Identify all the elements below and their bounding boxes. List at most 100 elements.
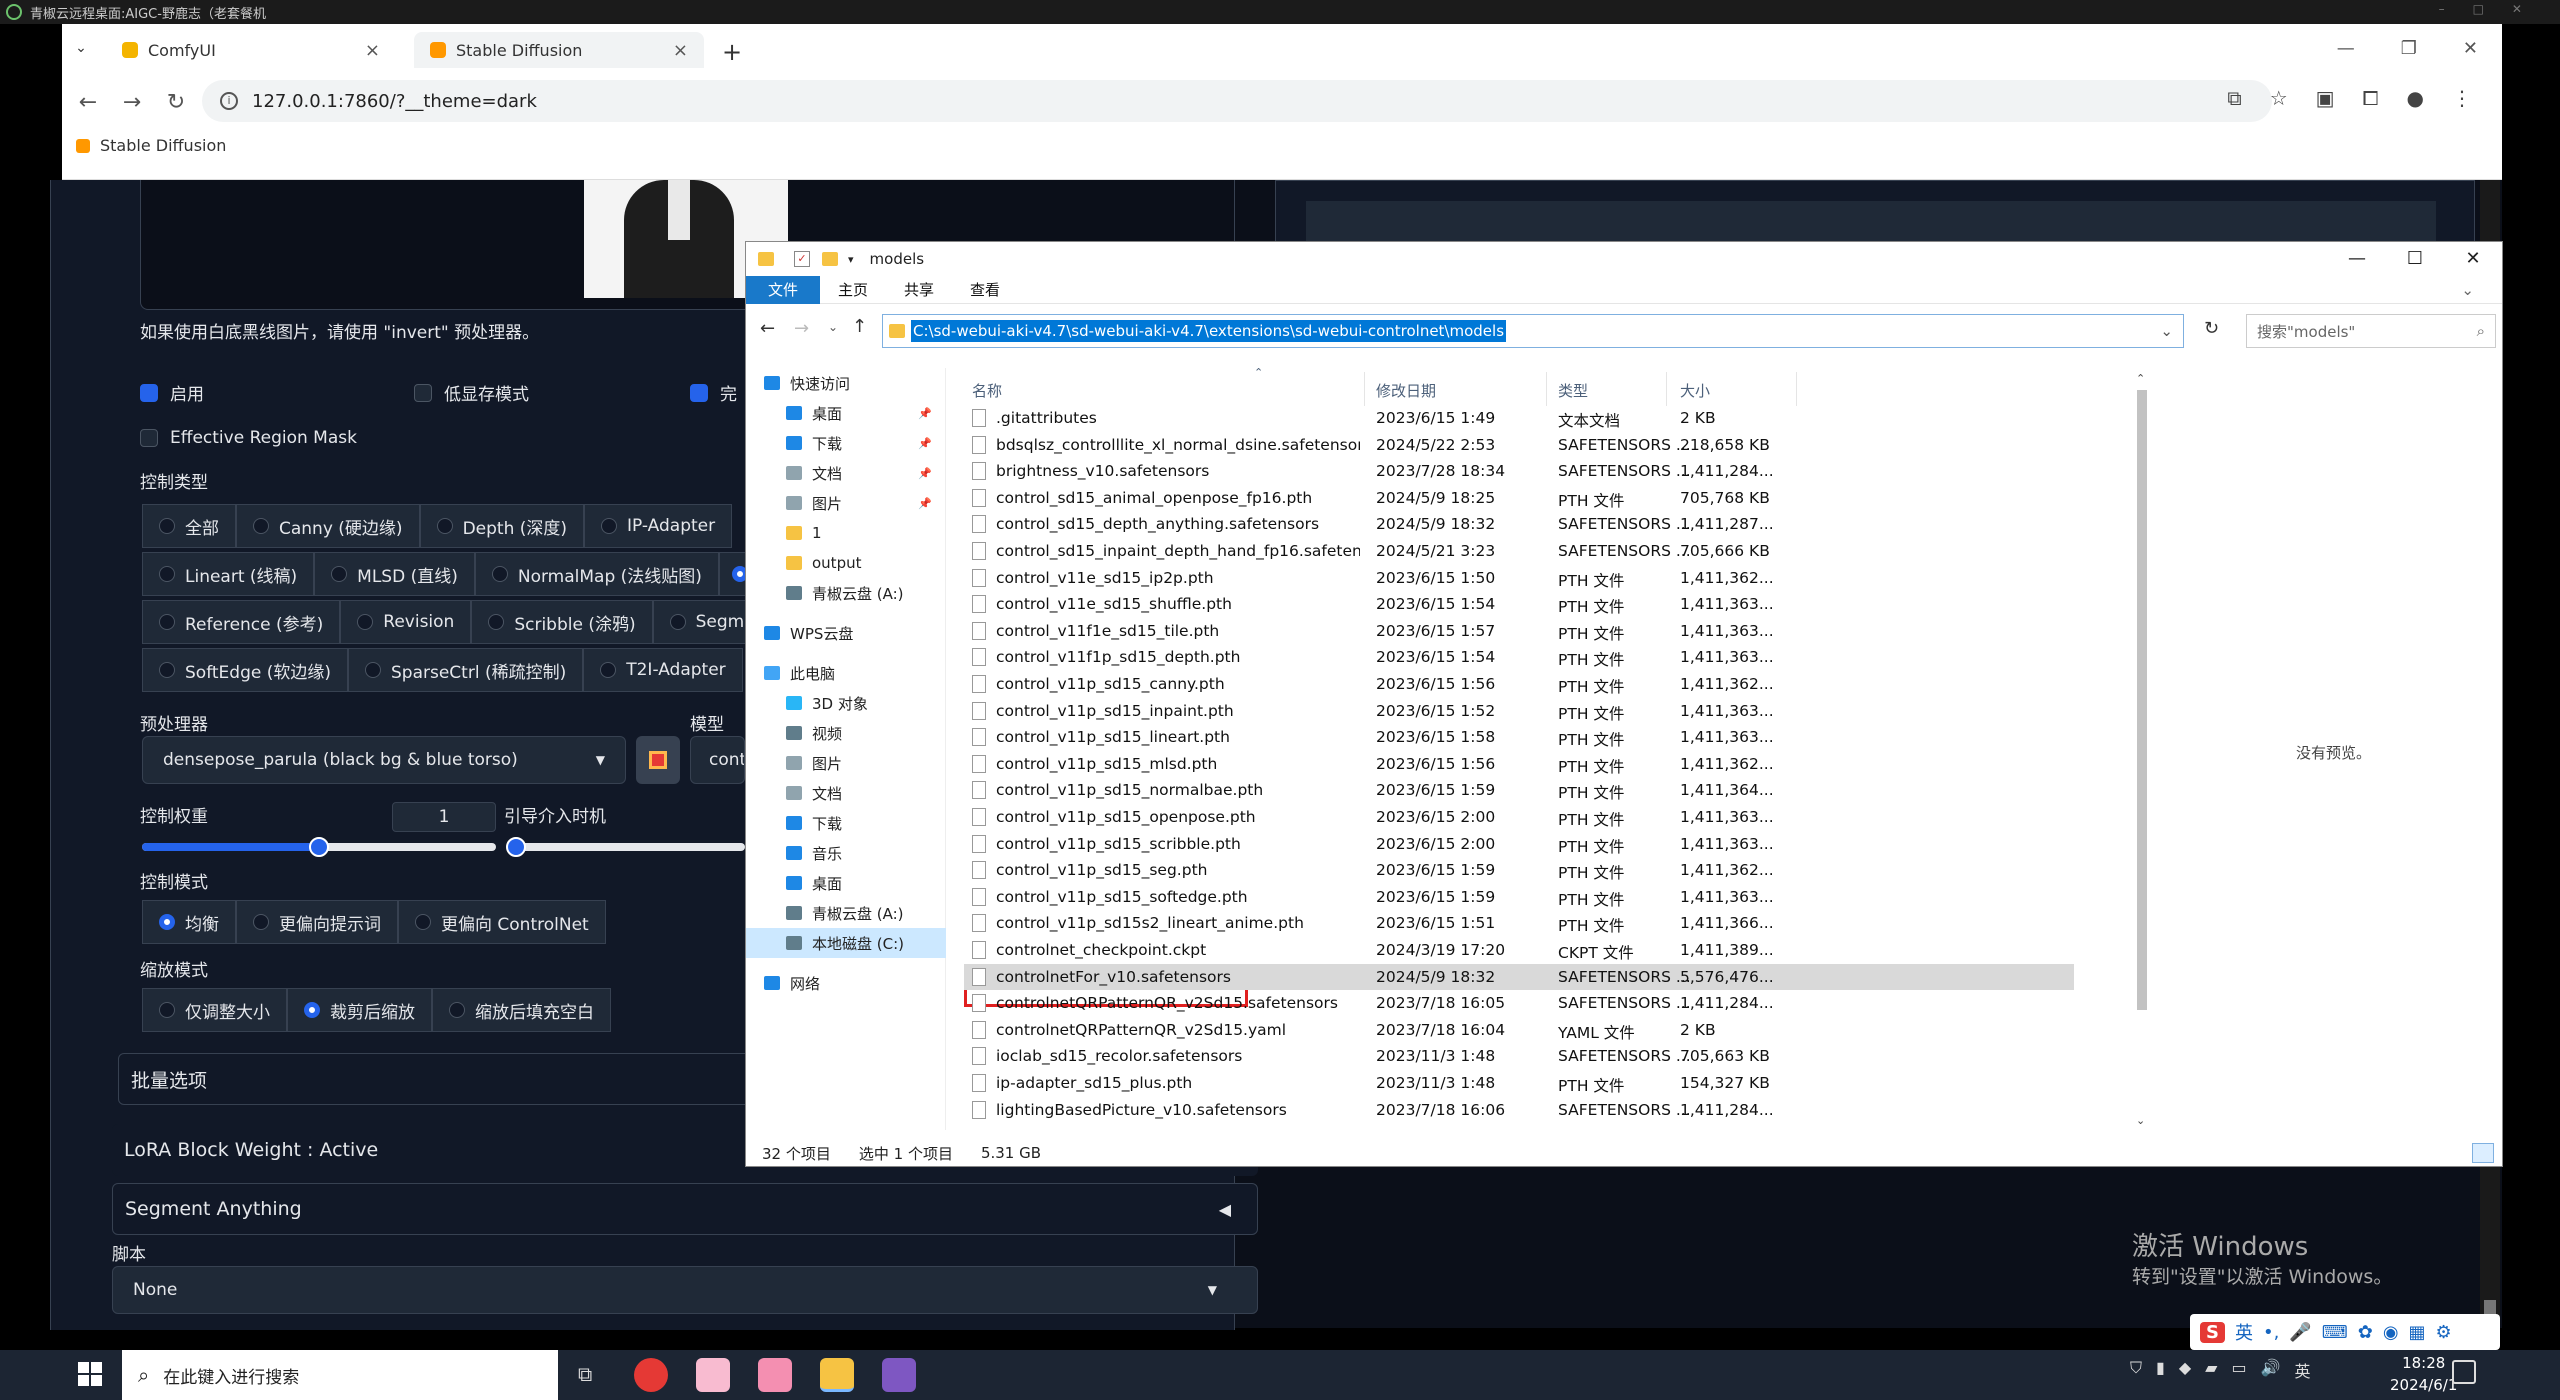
reload-icon[interactable]: ↻: [158, 84, 194, 120]
file-row[interactable]: ioclab_sd15_recolor.safetensors 2023/11/3…: [964, 1043, 2074, 1070]
nav-network[interactable]: 网络: [746, 968, 946, 998]
nav-videos[interactable]: 视频: [746, 718, 946, 748]
file-row[interactable]: control_sd15_depth_anything.safetensors 2…: [964, 511, 2074, 538]
extensions-puzzle-icon[interactable]: ⧠: [2363, 86, 2379, 110]
nav-folder-1[interactable]: 1: [746, 518, 946, 548]
preprocessor-dropdown[interactable]: densepose_parula (black bg & blue torso)…: [142, 736, 626, 784]
nav-qingjiao-drive-pc[interactable]: 青椒云盘 (A:): [746, 898, 946, 928]
ribbon-expand-chevron-icon[interactable]: ⌄: [2461, 281, 2474, 299]
control-type-normalmap[interactable]: NormalMap (法线贴图): [474, 552, 719, 596]
punctuation-icon[interactable]: •,: [2263, 1322, 2279, 1343]
quick-toolbar-dropdown-icon[interactable]: ▾: [848, 253, 854, 266]
close-tab-icon[interactable]: ×: [673, 40, 688, 61]
tray-lang[interactable]: 英: [2295, 1358, 2311, 1382]
resize-mode-just-resize[interactable]: 仅调整大小: [142, 988, 287, 1032]
file-row[interactable]: control_v11f1p_sd15_depth.pth 2023/6/15 1…: [964, 644, 2074, 671]
forward-arrow-icon[interactable]: →: [114, 84, 150, 120]
refresh-icon[interactable]: ↻: [2204, 318, 2219, 339]
file-list-scrollbar[interactable]: ⌃ ⌄: [2132, 372, 2152, 1132]
control-type-softedge[interactable]: SoftEdge (软边缘): [142, 648, 348, 692]
volume-icon[interactable]: 🔊: [2261, 1358, 2281, 1382]
ime-lang[interactable]: 英: [2235, 1319, 2253, 1345]
batch-options-accordion[interactable]: 批量选项: [118, 1053, 758, 1105]
nav-pictures[interactable]: 图片 📌: [746, 488, 946, 518]
anime-app-2-taskbar-icon[interactable]: [758, 1358, 792, 1392]
nav-downloads[interactable]: 下载 📌: [746, 428, 946, 458]
file-row[interactable]: control_sd15_inpaint_depth_hand_fp16.saf…: [964, 538, 2074, 565]
file-row[interactable]: controlnetQRPatternQR_v2Sd15.safetensors…: [964, 990, 2074, 1017]
address-bar[interactable]: i 127.0.0.1:7860/?__theme=dark: [202, 80, 2272, 122]
file-row[interactable]: control_v11e_sd15_ip2p.pth 2023/6/15 1:50…: [964, 565, 2074, 592]
network-icon[interactable]: ▭: [2231, 1358, 2246, 1382]
control-weight-slider-knob[interactable]: [309, 837, 329, 857]
enable-checkbox[interactable]: 启用: [140, 380, 204, 405]
nav-qingjiao-drive[interactable]: 青椒云盘 (A:): [746, 578, 946, 608]
file-row[interactable]: control_v11p_sd15_canny.pth 2023/6/15 1:5…: [964, 671, 2074, 698]
file-row[interactable]: control_v11e_sd15_shuffle.pth 2023/6/15 1…: [964, 591, 2074, 618]
windows-start-icon[interactable]: [78, 1362, 102, 1386]
nav-documents-pc[interactable]: 文档: [746, 778, 946, 808]
close-icon[interactable]: ✕: [2444, 242, 2502, 276]
path-dropdown-chevron-icon[interactable]: ⌄: [2160, 322, 2173, 340]
maximize-icon[interactable]: ☐: [2386, 242, 2444, 276]
notification-center-icon[interactable]: [2452, 1360, 2476, 1384]
file-row[interactable]: control_v11p_sd15_scribble.pth 2023/6/15 …: [964, 831, 2074, 858]
file-row[interactable]: control_v11p_sd15_normalbae.pth 2023/6/15…: [964, 777, 2074, 804]
grid-icon[interactable]: ▦: [2409, 1322, 2426, 1343]
minimize-icon[interactable]: —: [2328, 242, 2386, 276]
nav-music[interactable]: 音乐: [746, 838, 946, 868]
anime-app-1-taskbar-icon[interactable]: [696, 1358, 730, 1392]
extension-p-icon[interactable]: ▣: [2316, 86, 2335, 110]
tab-stable-diffusion[interactable]: Stable Diffusion ×: [414, 32, 704, 68]
nav-pictures-pc[interactable]: 图片: [746, 748, 946, 778]
file-row[interactable]: control_v11p_sd15_softedge.pth 2023/6/15 …: [964, 884, 2074, 911]
file-row[interactable]: control_v11p_sd15_inpaint.pth 2023/6/15 1…: [964, 698, 2074, 725]
control-mode-controlnet[interactable]: 更偏向 ControlNet: [398, 900, 606, 944]
file-row[interactable]: controlnetFor_v10.safetensors 2024/5/9 18…: [964, 963, 2074, 991]
new-folder-icon[interactable]: [822, 252, 838, 266]
file-row[interactable]: control_v11p_sd15_seg.pth 2023/6/15 1:59 P…: [964, 857, 2074, 884]
forward-arrow-icon[interactable]: →: [794, 318, 809, 339]
file-row[interactable]: brightness_v10.safetensors 2023/7/28 18:3…: [964, 458, 2074, 485]
gamepad-icon[interactable]: ◉: [2383, 1322, 2399, 1343]
remote-desktop-window-controls[interactable]: –□✕: [2439, 2, 2550, 16]
control-type-all[interactable]: 全部: [142, 504, 236, 548]
keyboard-icon[interactable]: ⌨: [2322, 1322, 2348, 1343]
control-mode-prompt[interactable]: 更偏向提示词: [236, 900, 398, 944]
ribbon-tab-file[interactable]: 文件: [746, 275, 821, 304]
usb-icon[interactable]: ▮: [2156, 1358, 2165, 1382]
pixel-perfect-checkbox[interactable]: 完: [690, 380, 737, 405]
details-view-icon[interactable]: [2472, 1143, 2494, 1163]
model-dropdown[interactable]: cont: [690, 736, 745, 784]
ribbon-tab-share[interactable]: 共享: [886, 276, 952, 304]
nav-desktop-pc[interactable]: 桌面: [746, 868, 946, 898]
nav-this-pc[interactable]: 此电脑: [746, 658, 946, 688]
restore-icon[interactable]: ❐: [2401, 38, 2417, 59]
taskbar-clock[interactable]: 18:28 2024/6/1: [2390, 1352, 2457, 1396]
nav-downloads-pc[interactable]: 下载: [746, 808, 946, 838]
nav-3d-objects[interactable]: 3D 对象: [746, 688, 946, 718]
control-type-canny[interactable]: Canny (硬边缘): [236, 504, 420, 548]
column-type[interactable]: 类型: [1558, 380, 1588, 401]
tray-folder-icon[interactable]: ▰: [2205, 1358, 2217, 1382]
control-type-depth[interactable]: Depth (深度): [419, 504, 585, 548]
control-type-ip-adapter[interactable]: IP-Adapter: [584, 504, 733, 548]
shield-icon[interactable]: ⛉: [2130, 1358, 2142, 1382]
explorer-search-input[interactable]: 搜索"models" ⌕: [2246, 314, 2496, 348]
file-row[interactable]: control_v11p_sd15_lineart.pth 2023/6/15 1…: [964, 724, 2074, 751]
control-mode-balanced[interactable]: 均衡: [142, 900, 236, 944]
ribbon-tab-view[interactable]: 查看: [952, 276, 1018, 304]
file-row[interactable]: lightingBasedPicture_v10.safetensors 2023…: [964, 1097, 2074, 1124]
quick-toolbar-check-icon[interactable]: ✓: [794, 251, 810, 267]
explorer-path-input[interactable]: C:\sd-webui-aki-v4.7\sd-webui-aki-v4.7\e…: [882, 314, 2184, 348]
nav-wps-cloud[interactable]: WPS云盘: [746, 618, 946, 648]
control-type-mlsd[interactable]: MLSD (直线): [314, 552, 475, 596]
skin-icon[interactable]: ✿: [2358, 1322, 2373, 1343]
script-dropdown[interactable]: None ▼: [112, 1266, 1258, 1314]
column-name[interactable]: 名称: [972, 380, 1002, 401]
file-row[interactable]: bdsqlsz_controlllite_xl_normal_dsine.saf…: [964, 432, 2074, 459]
translate-icon[interactable]: ⧉: [2227, 86, 2241, 110]
back-arrow-icon[interactable]: ←: [70, 84, 106, 120]
task-view-icon[interactable]: ⧉: [578, 1362, 592, 1386]
profile-avatar-icon[interactable]: ●: [2407, 86, 2424, 110]
